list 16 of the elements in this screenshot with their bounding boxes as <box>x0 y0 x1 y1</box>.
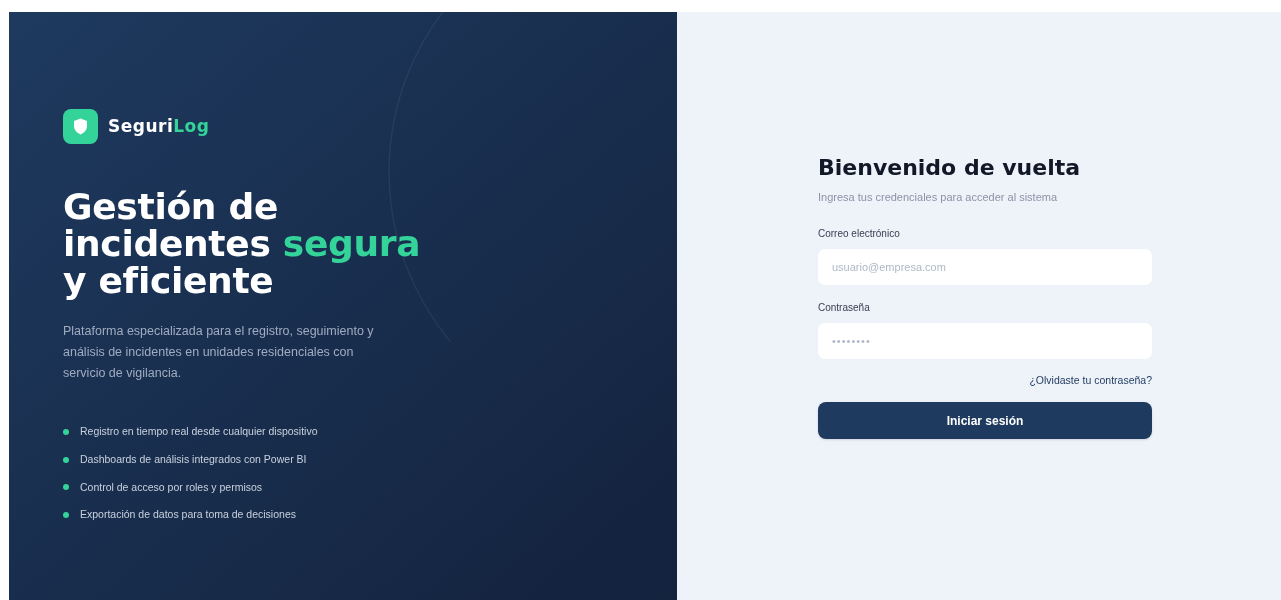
forgot-password-link[interactable]: ¿Olvidaste tu contraseña? <box>1029 372 1152 389</box>
field-label: Contraseña <box>818 300 871 315</box>
login-button[interactable]: Iniciar sesión <box>818 402 1152 440</box>
description: Plataforma especializada para el registro, seguimiento y análisis de incidentes en unidades residenciales con servicio de vigilancia. <box>63 323 375 382</box>
brand-name: SeguriLog <box>108 114 210 138</box>
feature-text: Control de acceso por roles y permisos <box>80 479 263 495</box>
feature-text: Dashboards de análisis integrados con Power BI <box>80 451 307 467</box>
login-subtitle: Ingresa tus credenciales para acceder al sistema <box>818 190 1059 205</box>
email-field[interactable]: usuario@empresa.com <box>818 248 1152 285</box>
login-title: Bienvenido de vuelta <box>818 155 1082 181</box>
feature-text: Registro en tiempo real desde cualquier dispositivo <box>80 424 318 439</box>
feature-text: Exportación de datos para toma de decisiones <box>80 507 296 523</box>
shield-logo-icon <box>63 109 98 144</box>
password-field[interactable]: •••••••• <box>818 322 1152 359</box>
field-label: Correo electrónico <box>818 226 901 241</box>
headline: Gestión de incidentes segura y eficiente <box>63 188 422 299</box>
